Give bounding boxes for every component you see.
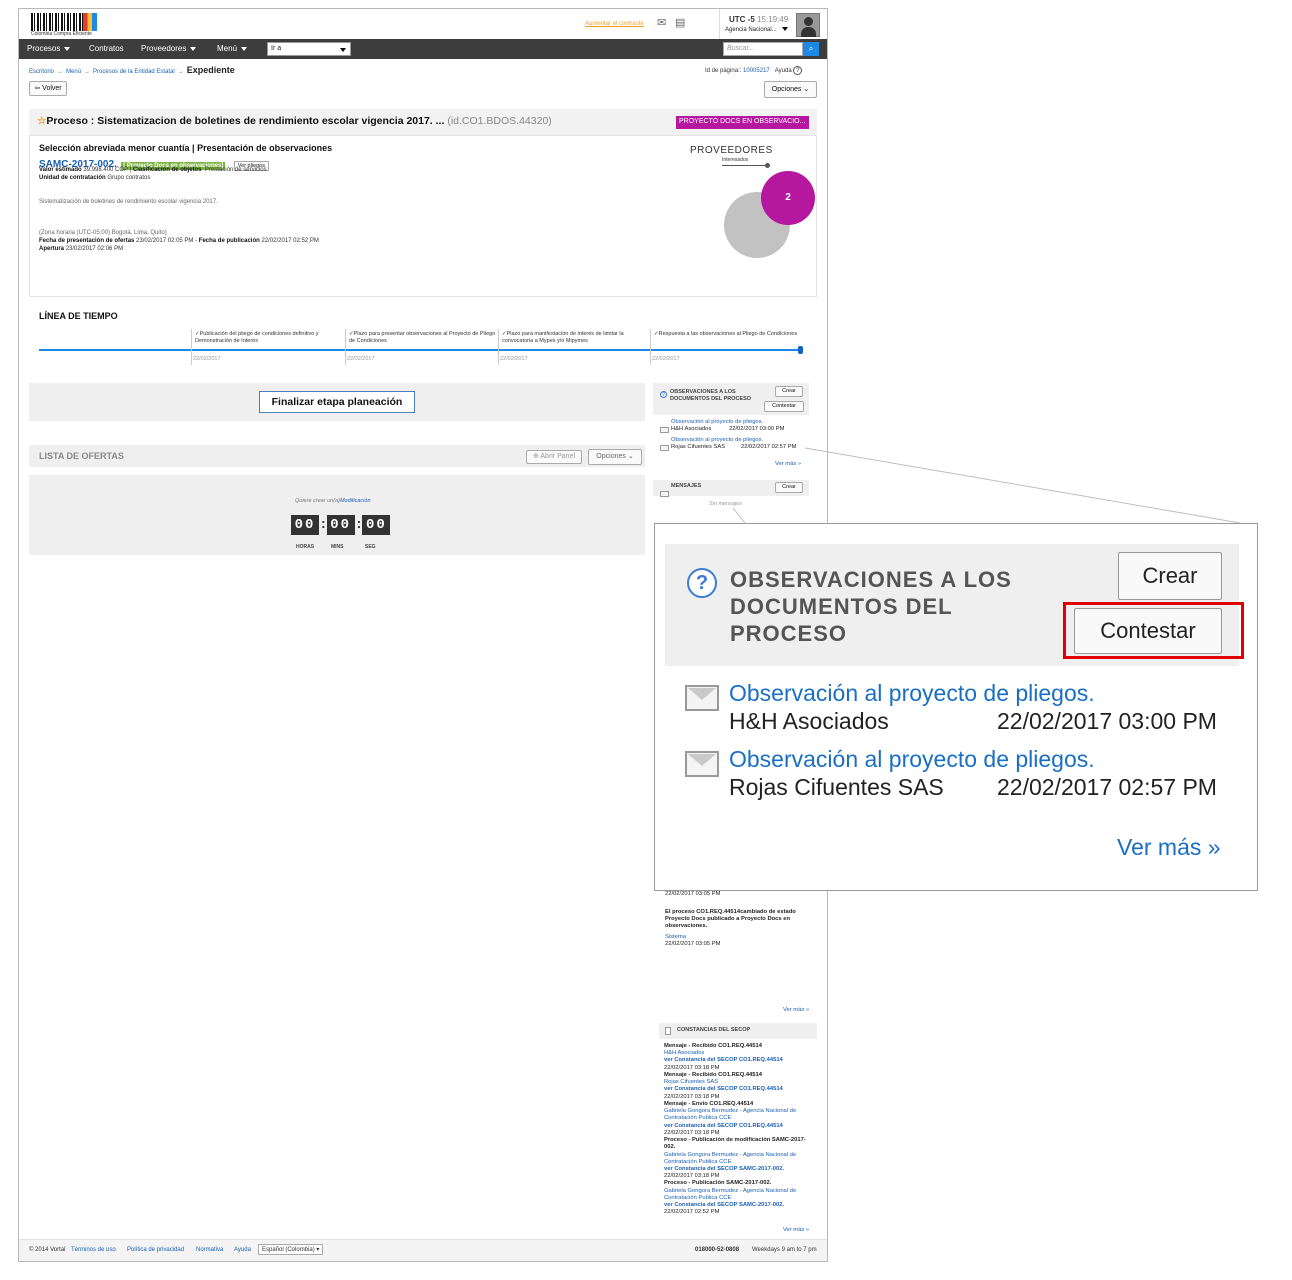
zoom-observation-link[interactable]: Observación al proyecto de pliegos. xyxy=(729,680,1095,707)
zoom-callout: ? OBSERVACIONES A LOS DOCUMENTOS DEL PRO… xyxy=(654,523,1258,891)
mail-icon xyxy=(685,751,719,777)
zoom-observations-title: OBSERVACIONES A LOS DOCUMENTOS DEL PROCE… xyxy=(730,567,1012,646)
question-icon: ? xyxy=(687,568,717,598)
zoom-observation-link[interactable]: Observación al proyecto de pliegos. xyxy=(729,746,1095,773)
mail-icon xyxy=(685,685,719,711)
highlight-box xyxy=(1063,602,1244,659)
zoom-more-link[interactable]: Ver más » xyxy=(1117,834,1221,861)
zoom-create-button[interactable]: Crear xyxy=(1118,552,1222,600)
